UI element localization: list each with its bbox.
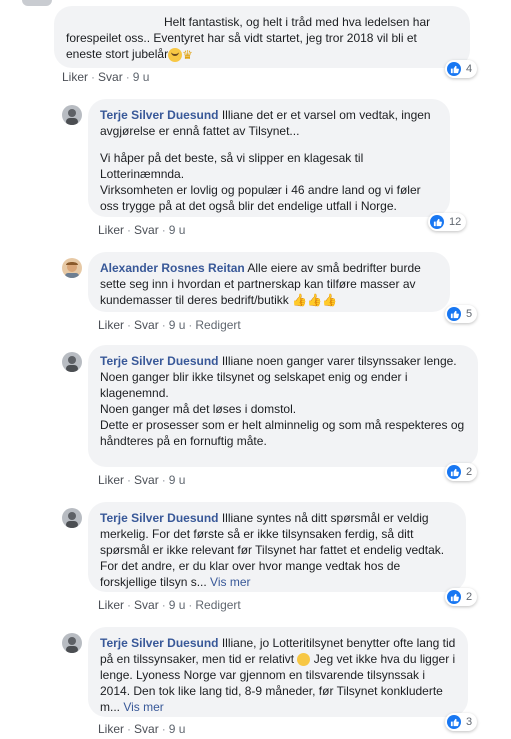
author-name[interactable]: Alexander Rosnes Reitan <box>100 261 245 275</box>
avatar[interactable] <box>62 508 82 528</box>
timestamp[interactable]: 9 u <box>169 223 186 237</box>
comment-text: Terje Silver Duesund Illiane, jo Lotteri… <box>100 635 456 715</box>
comment-line: Helt fantastisk, og helt i tråd med hva … <box>164 15 431 29</box>
grinning-sweat-emoji <box>168 47 183 62</box>
comment-text: Terje Silver Duesund Illiane syntes nå d… <box>100 510 454 590</box>
avatar[interactable] <box>62 633 82 653</box>
person-icon <box>66 356 78 372</box>
comment-bubble: Helt fantastisk, og helt i tråd med hva … <box>54 6 470 68</box>
thumbs-up-emoji: 👍 <box>307 293 323 307</box>
reaction-count: 12 <box>449 216 462 228</box>
comment-line: forespeilet oss.. Eventyret har så vidt … <box>66 31 417 45</box>
reaction-summary[interactable]: 4 <box>445 60 478 78</box>
comment-paragraph: Illiane noen ganger varer tilsynssaker l… <box>221 354 457 368</box>
avatar[interactable] <box>22 0 52 6</box>
like-link[interactable]: Liker <box>98 722 124 736</box>
reaction-summary[interactable]: 5 <box>445 305 478 323</box>
reaction-summary[interactable]: 3 <box>445 713 478 731</box>
reply-link[interactable]: Svar <box>98 70 123 84</box>
comment-bubble: Terje Silver Duesund Illiane noen ganger… <box>88 345 478 467</box>
avatar[interactable] <box>62 352 82 372</box>
reply-link[interactable]: Svar <box>134 598 159 612</box>
like-icon <box>447 590 461 604</box>
comment-bubble: Alexander Rosnes Reitan Alle eiere av sm… <box>88 252 450 312</box>
avatar[interactable] <box>62 105 82 125</box>
reaction-summary[interactable]: 12 <box>428 213 467 231</box>
comment-bubble: Terje Silver Duesund Illiane det er et v… <box>88 99 450 217</box>
like-link[interactable]: Liker <box>62 70 88 84</box>
reply-link[interactable]: Svar <box>134 473 159 487</box>
like-icon <box>430 215 444 229</box>
comment-actions: Liker · Svar · 9 u <box>62 70 150 84</box>
reaction-count: 2 <box>466 466 473 478</box>
comment-text: Terje Silver Duesund Illiane noen ganger… <box>100 353 466 369</box>
reply-link[interactable]: Svar <box>134 318 159 332</box>
comment-text: Helt fantastisk, og helt i tråd med hva … <box>66 14 458 30</box>
like-link[interactable]: Liker <box>98 473 124 487</box>
comment-text: Alexander Rosnes Reitan Alle eiere av sm… <box>100 260 438 308</box>
crown-emoji: ♛ <box>182 47 193 62</box>
timestamp[interactable]: 9 u <box>133 70 150 84</box>
see-more-link[interactable]: Vis mer <box>123 700 163 714</box>
edited-label[interactable]: Redigert <box>195 318 240 332</box>
like-icon <box>447 307 461 321</box>
person-icon <box>65 262 79 278</box>
reaction-count: 2 <box>466 591 473 603</box>
see-more-link[interactable]: Vis mer <box>210 575 250 589</box>
comment-paragraph: Dette er prosesser som er helt alminneli… <box>100 418 465 448</box>
timestamp[interactable]: 9 u <box>169 598 186 612</box>
author-name[interactable]: Terje Silver Duesund <box>100 636 218 650</box>
like-link[interactable]: Liker <box>98 318 124 332</box>
timestamp[interactable]: 9 u <box>169 318 186 332</box>
author-name[interactable]: Terje Silver Duesund <box>100 108 218 122</box>
reply-link[interactable]: Svar <box>134 722 159 736</box>
timestamp[interactable]: 9 u <box>169 722 186 736</box>
reaction-count: 4 <box>466 63 473 75</box>
comment-paragraph: Noen ganger må det løses i domstol. <box>100 402 297 416</box>
reaction-count: 3 <box>466 716 473 728</box>
edited-label[interactable]: Redigert <box>195 598 240 612</box>
reaction-count: 5 <box>466 308 473 320</box>
person-icon <box>66 512 78 528</box>
reply-link[interactable]: Svar <box>134 223 159 237</box>
comment-paragraph: Noen ganger blir ikke tilsynet og selska… <box>100 370 408 400</box>
author-name[interactable]: Terje Silver Duesund <box>100 354 218 368</box>
comment-paragraph: Virksomheten er lovlig og populær i 46 a… <box>100 183 421 213</box>
like-link[interactable]: Liker <box>98 598 124 612</box>
avatar[interactable] <box>62 258 82 278</box>
reaction-summary[interactable]: 2 <box>445 588 478 606</box>
timestamp[interactable]: 9 u <box>169 473 186 487</box>
comment-line-wrap: eneste stort jubelår ♛ <box>66 46 458 63</box>
comment-paragraph: Vi håper på det beste, så vi slipper en … <box>100 151 364 181</box>
comment-actions: Liker · Svar · 9 u · Redigert <box>98 318 241 332</box>
comment-bubble: Terje Silver Duesund Illiane syntes nå d… <box>88 502 466 592</box>
person-icon <box>66 109 78 125</box>
reaction-summary[interactable]: 2 <box>445 463 478 481</box>
comment-actions: Liker · Svar · 9 u <box>98 473 186 487</box>
author-name[interactable]: Terje Silver Duesund <box>100 511 218 525</box>
like-link[interactable]: Liker <box>98 223 124 237</box>
comment-text: Terje Silver Duesund Illiane det er et v… <box>100 107 438 139</box>
comment-line: eneste stort jubelår <box>66 47 169 61</box>
thumbs-up-emoji: 👍 <box>322 293 337 307</box>
comment-actions: Liker · Svar · 9 u <box>98 722 186 736</box>
like-icon <box>447 465 461 479</box>
comment-actions: Liker · Svar · 9 u · Redigert <box>98 598 241 612</box>
comment-bubble: Terje Silver Duesund Illiane, jo Lotteri… <box>88 627 468 717</box>
person-icon <box>66 637 78 653</box>
like-icon <box>447 715 461 729</box>
comment-actions: Liker · Svar · 9 u <box>98 223 186 237</box>
like-icon <box>447 62 461 76</box>
thumbs-up-emoji: 👍 <box>292 293 308 307</box>
wink-emoji <box>297 653 311 667</box>
